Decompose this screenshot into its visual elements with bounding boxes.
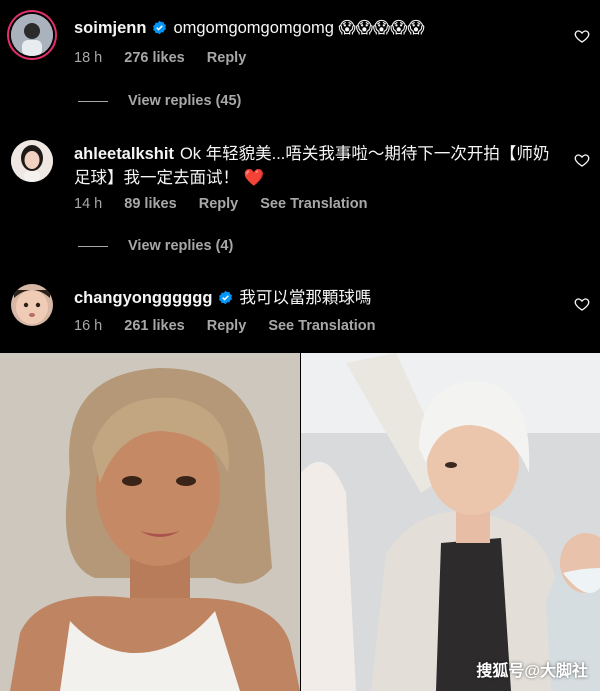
comments-section: soimjenn omgomgomgomgomg 😱😱😱😱😱 18 h 276 l… xyxy=(0,0,600,353)
like-heart-icon[interactable] xyxy=(574,28,590,44)
comment-username[interactable]: soimjenn xyxy=(74,19,146,37)
comment-username[interactable]: ahleetalkshit xyxy=(74,145,174,163)
comment-username[interactable]: changyongggggg xyxy=(74,289,212,307)
avatar[interactable] xyxy=(11,284,53,326)
avatar[interactable] xyxy=(11,140,53,182)
avatar[interactable] xyxy=(11,14,53,56)
divider-dash xyxy=(78,100,108,102)
verified-badge-icon xyxy=(153,20,167,35)
portrait-illustration xyxy=(0,353,300,691)
view-replies-button[interactable]: View replies (45) xyxy=(78,93,241,109)
comment-likes[interactable]: 89 likes xyxy=(124,196,176,212)
divider-dash xyxy=(78,245,108,247)
like-heart-icon[interactable] xyxy=(574,152,590,168)
comment-meta: 16 h 261 likes Reply See Translation xyxy=(74,318,394,334)
comment-body: omgomgomgomgomg 😱😱😱😱😱 xyxy=(173,19,425,37)
comment-meta: 14 h 89 likes Reply See Translation xyxy=(74,196,385,212)
reply-button[interactable]: Reply xyxy=(207,50,247,66)
verified-badge-icon xyxy=(219,290,233,305)
like-heart-icon[interactable] xyxy=(574,296,590,312)
comment-likes[interactable]: 261 likes xyxy=(124,318,184,334)
avatar-image xyxy=(11,284,53,326)
comment-text-line: soimjenn omgomgomgomgomg 😱😱😱😱😱 xyxy=(74,16,560,40)
photo-woman-portrait xyxy=(0,353,300,691)
comment-time: 18 h xyxy=(74,50,103,66)
reply-button[interactable]: Reply xyxy=(199,196,239,212)
comment-text-line: changyongggggg 我可以當那顆球嗎 xyxy=(74,286,560,310)
red-heart-emoji: ❤️ xyxy=(243,169,265,187)
comment-likes[interactable]: 276 likes xyxy=(124,50,184,66)
view-replies-button[interactable]: View replies (4) xyxy=(78,238,233,254)
watermark-text: 搜狐号@大脚社 xyxy=(476,663,588,680)
avatar-image xyxy=(11,14,53,56)
see-translation-button[interactable]: See Translation xyxy=(260,196,367,212)
view-replies-label: View replies (4) xyxy=(128,238,234,254)
comment-time: 14 h xyxy=(74,196,103,212)
comment-meta: 18 h 276 likes Reply xyxy=(74,50,264,66)
comment-text-line: ahleetalkshit Ok 年轻貌美...唔关我事啦～期待下一次开拍【师奶足… xyxy=(74,142,560,190)
man-illustration xyxy=(301,353,600,691)
comment-body: 我可以當那顆球嗎 xyxy=(239,289,372,307)
see-translation-button[interactable]: See Translation xyxy=(268,318,375,334)
avatar-image xyxy=(11,140,53,182)
photo-man-white-hair: 搜狐号@大脚社 xyxy=(301,353,600,691)
comment-time: 16 h xyxy=(74,318,103,334)
reply-button[interactable]: Reply xyxy=(207,318,247,334)
photo-collage: 搜狐号@大脚社 xyxy=(0,353,600,691)
view-replies-label: View replies (45) xyxy=(128,93,242,109)
